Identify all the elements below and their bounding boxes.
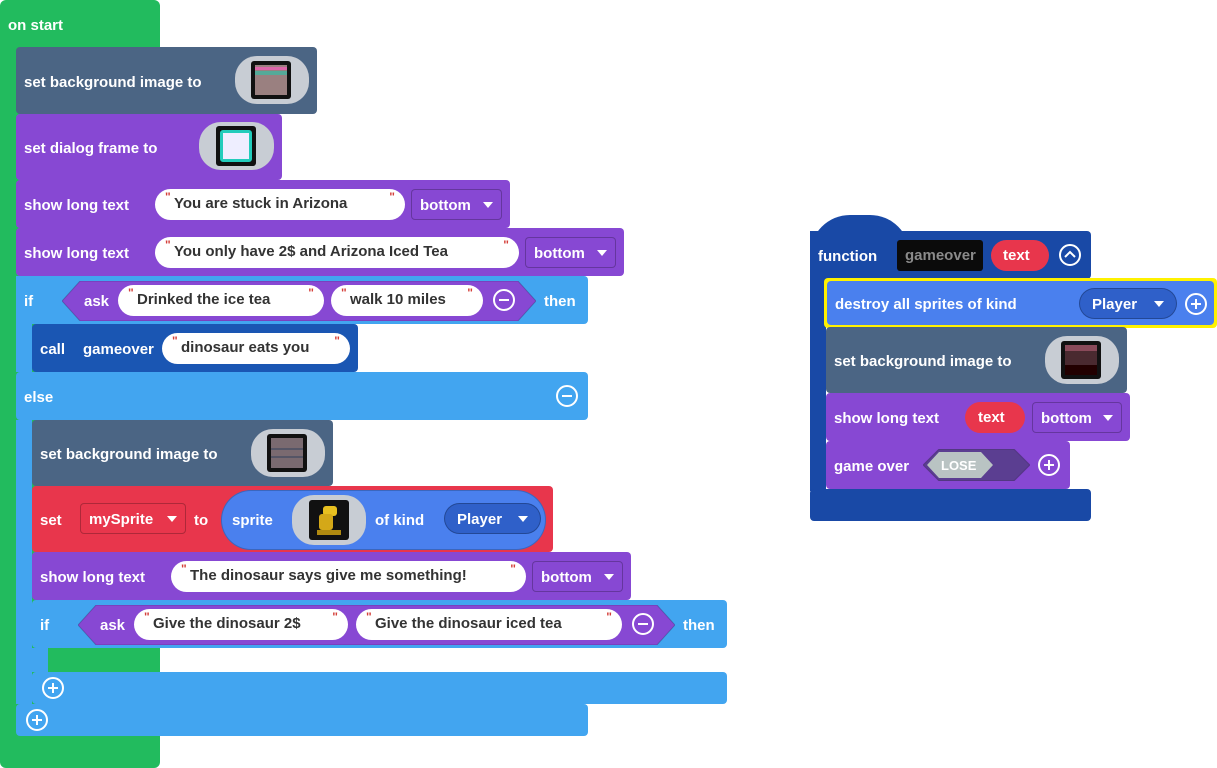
- lose-toggle-shape[interactable]: [923, 449, 1030, 481]
- to-label: to: [194, 512, 209, 529]
- chevron-down-icon: [483, 202, 493, 208]
- show-long-text-label: show long text: [834, 410, 939, 427]
- ask-option-b-input[interactable]: " walk 10 miles ": [331, 285, 483, 316]
- show-long-text-label: show long text: [24, 197, 129, 214]
- kind-dropdown[interactable]: Player: [444, 503, 541, 534]
- ask-option-a-input[interactable]: " Drinked the ice tea ": [118, 285, 324, 316]
- add-branch-icon[interactable]: [26, 709, 48, 731]
- of-kind-label: of kind: [375, 512, 425, 529]
- text-string-input[interactable]: " You only have 2$ and Arizona Iced Tea …: [155, 237, 519, 268]
- set-dialog-frame-label: set dialog frame to: [24, 140, 158, 157]
- sprite-image-slot[interactable]: [292, 495, 366, 545]
- ask-label: ask: [84, 293, 110, 310]
- ask-option-b-input[interactable]: " Give the dinosaur iced tea ": [356, 609, 622, 640]
- call-text-input[interactable]: " dinosaur eats you ": [162, 333, 350, 364]
- chevron-down-icon: [1103, 415, 1113, 421]
- else-label: else: [24, 389, 54, 406]
- remove-option-icon[interactable]: [632, 613, 654, 635]
- if-label: if: [24, 293, 34, 310]
- background-image-slot[interactable]: [1045, 336, 1119, 384]
- show-long-text-label: show long text: [24, 245, 129, 262]
- collapse-chevron-up-icon[interactable]: [1059, 244, 1081, 266]
- function-param-text[interactable]: text: [991, 240, 1049, 271]
- set-background-label: set background image to: [834, 353, 1012, 370]
- destroy-label: destroy all sprites of kind: [835, 296, 1017, 313]
- function-label: function: [818, 248, 878, 265]
- chevron-down-icon: [597, 250, 607, 256]
- set-label: set: [40, 512, 62, 529]
- background-image-thumbnail: [267, 434, 307, 472]
- dinosaur-sprite-image: [309, 500, 349, 540]
- variable-dropdown[interactable]: mySprite: [80, 503, 186, 534]
- background-image-slot[interactable]: [235, 56, 309, 104]
- chevron-down-icon: [167, 516, 177, 522]
- sprite-label: sprite: [232, 512, 273, 529]
- then-label: then: [544, 293, 576, 310]
- chevron-down-icon: [1154, 301, 1164, 307]
- show-long-text-label: show long text: [40, 569, 145, 586]
- set-background-label: set background image to: [40, 446, 218, 463]
- background-image-thumbnail: [251, 61, 291, 99]
- remove-else-icon[interactable]: [556, 385, 578, 407]
- lose-toggle-label: LOSE: [941, 458, 977, 473]
- dialog-frame-thumbnail: [216, 126, 256, 166]
- on-start-label: on start: [8, 17, 64, 34]
- if-label: if: [40, 617, 50, 634]
- add-icon[interactable]: [1185, 293, 1207, 315]
- remove-option-icon[interactable]: [493, 289, 515, 311]
- background-image-thumbnail: [1061, 341, 1101, 379]
- position-dropdown[interactable]: bottom: [525, 237, 616, 268]
- ask-option-a-input[interactable]: " Give the dinosaur 2$ ": [134, 609, 348, 640]
- add-branch-icon[interactable]: [42, 677, 64, 699]
- dialog-frame-slot[interactable]: [199, 122, 274, 170]
- position-dropdown[interactable]: bottom: [532, 561, 623, 592]
- ask-label: ask: [100, 617, 126, 634]
- chevron-down-icon: [604, 574, 614, 580]
- kind-dropdown[interactable]: Player: [1079, 288, 1177, 319]
- text-param-reporter[interactable]: text: [965, 402, 1025, 433]
- then-label: then: [683, 617, 715, 634]
- add-icon[interactable]: [1038, 454, 1060, 476]
- background-image-slot[interactable]: [251, 429, 325, 477]
- function-name-field[interactable]: gameover: [897, 240, 983, 271]
- position-dropdown[interactable]: bottom: [1032, 402, 1122, 433]
- position-dropdown[interactable]: bottom: [411, 189, 502, 220]
- call-label: call: [40, 341, 66, 358]
- call-function-name: gameover: [83, 341, 154, 358]
- chevron-down-icon: [518, 516, 528, 522]
- text-string-input[interactable]: " The dinosaur says give me something! ": [171, 561, 526, 592]
- set-background-label: set background image to: [24, 74, 202, 91]
- game-over-label: game over: [834, 458, 910, 475]
- text-string-input[interactable]: " You are stuck in Arizona ": [155, 189, 405, 220]
